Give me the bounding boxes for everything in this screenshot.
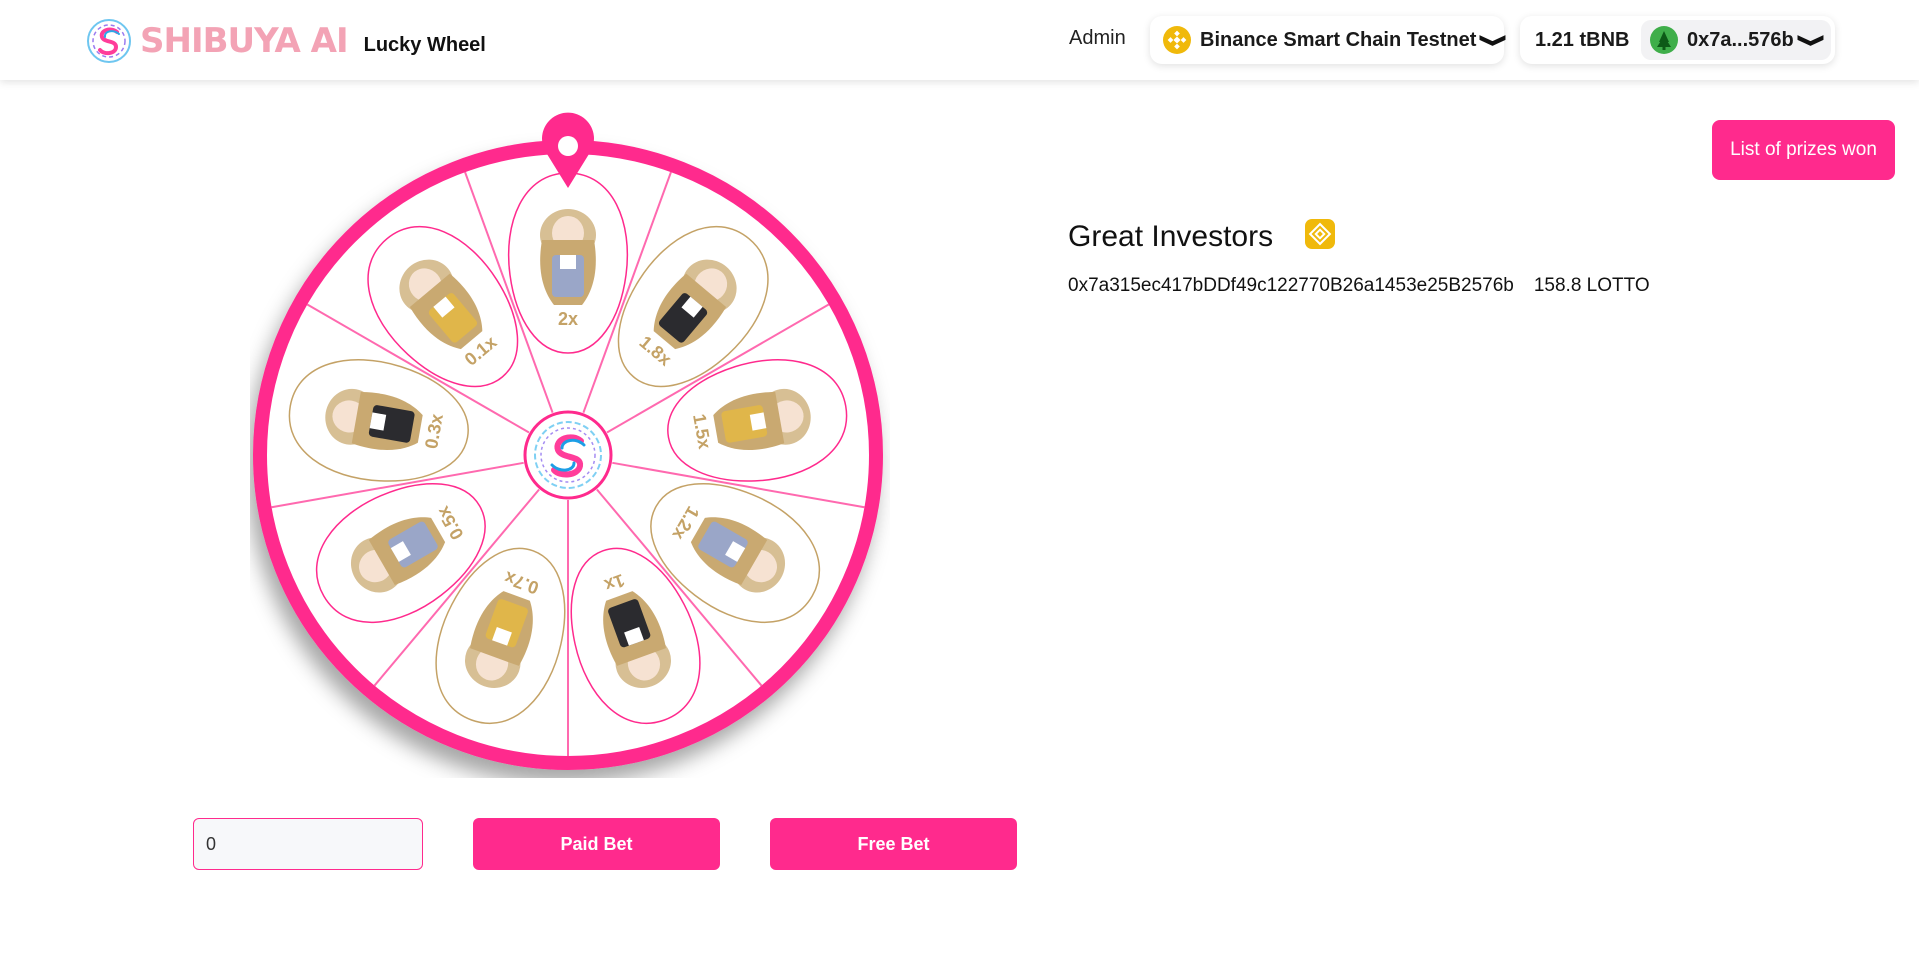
bet-amount-input[interactable] bbox=[193, 818, 423, 870]
balance-label: 1.21 tBNB bbox=[1535, 28, 1630, 51]
admin-link[interactable]: Admin bbox=[1069, 27, 1126, 50]
free-bet-button[interactable]: Free Bet bbox=[770, 818, 1017, 870]
prizes-list-button[interactable]: List of prizes won bbox=[1712, 120, 1895, 180]
account-button[interactable]: 1.21 tBNB 0x7a...576b ❯ bbox=[1520, 16, 1835, 64]
address-short: 0x7a...576b bbox=[1687, 28, 1794, 51]
paid-bet-button[interactable]: Paid Bet bbox=[473, 818, 720, 870]
bnb-badge-icon bbox=[1305, 219, 1335, 249]
bnb-coin-icon bbox=[1163, 26, 1191, 54]
wheel-segment: 2x bbox=[507, 172, 629, 354]
character-icon bbox=[540, 209, 596, 305]
address-chip[interactable]: 0x7a...576b ❯ bbox=[1641, 20, 1831, 60]
investor-amount: 158.8 LOTTO bbox=[1533, 275, 1650, 296]
top-header: SHIBUYA AI Lucky Wheel Admin Binance Sma… bbox=[0, 0, 1919, 80]
wheel-hub[interactable] bbox=[523, 410, 613, 500]
lucky-wheel[interactable]: 2x 1.8x 1.5x 1.2x 1x 0.7x 0.5x 0.3x 0.1x bbox=[250, 108, 890, 778]
investors-title: Great Investors bbox=[1068, 220, 1274, 253]
wheel-graphic: 2x1.8x1.5x1.2x1x0.7x0.5x0.3x0.1x bbox=[253, 112, 883, 770]
chevron-down-icon: ❯ bbox=[1480, 32, 1509, 48]
brand-name: SHIBUYA AI bbox=[140, 21, 349, 61]
app-title: Lucky Wheel bbox=[363, 33, 486, 56]
avatar-icon bbox=[1650, 26, 1678, 54]
investor-address[interactable]: 0x7a315ec417bDDf49c122770B26a1453e25B257… bbox=[1068, 275, 1514, 297]
network-name: Binance Smart Chain Testnet bbox=[1200, 28, 1477, 51]
network-selector[interactable]: Binance Smart Chain Testnet ❯ bbox=[1150, 16, 1509, 64]
segment-multiplier-label: 2x bbox=[558, 309, 578, 329]
brand[interactable]: SHIBUYA AI Lucky Wheel bbox=[86, 18, 486, 64]
shibuya-logo-icon bbox=[87, 19, 131, 63]
investor-row: 0x7a315ec417bDDf49c122770B26a1453e25B257… bbox=[1068, 275, 1650, 297]
chevron-down-icon: ❯ bbox=[1797, 32, 1826, 48]
